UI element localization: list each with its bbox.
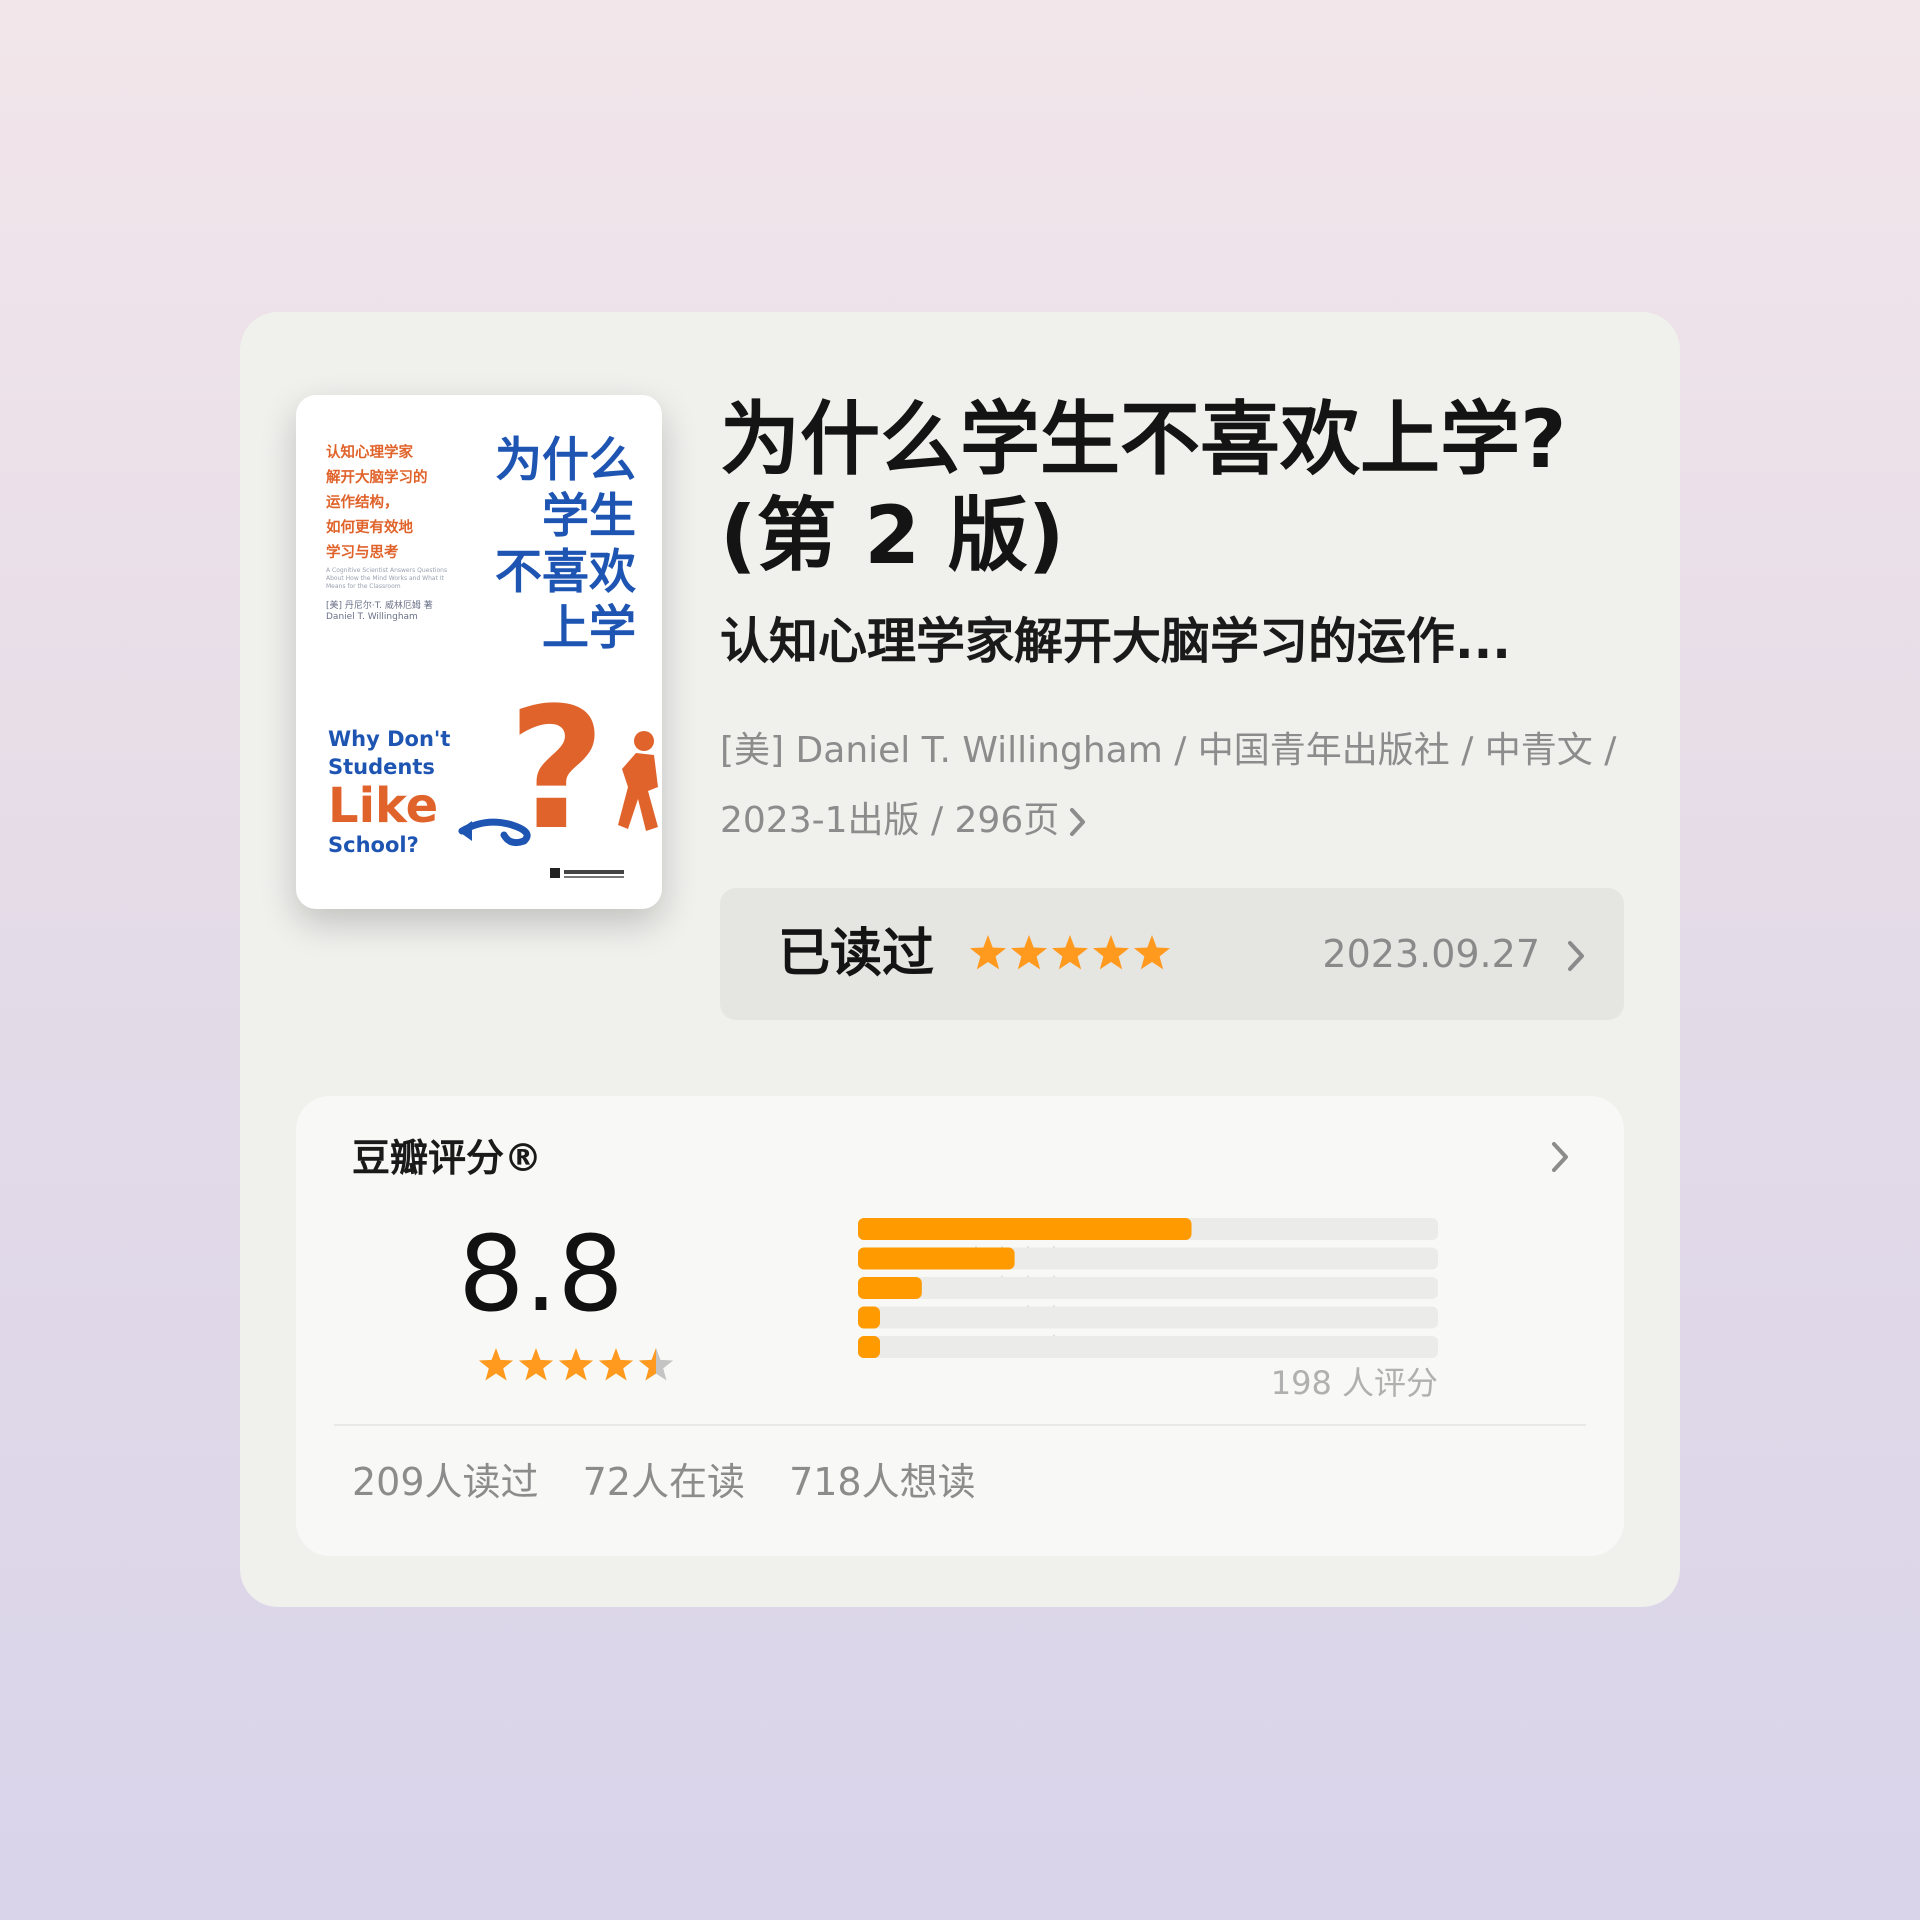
reading-count[interactable]: 72人在读 bbox=[583, 1460, 745, 1504]
rating-bar-track bbox=[858, 1277, 1438, 1299]
book-card: 认知心理学家 解开大脑学习的 运作结构， 如何更有效地 学习与思考 A Cogn… bbox=[240, 312, 1680, 1607]
rating-bar-track bbox=[858, 1336, 1438, 1358]
cover-author: [美] 丹尼尔·T. 威林厄姆 著 Daniel T. Willingham bbox=[326, 601, 433, 622]
rating-count: 198 人评分 bbox=[1270, 1364, 1438, 1402]
douban-score-panel: 豆瓣评分® 8.8 198 人评分 209人读过 72人在读 718人想读 bbox=[296, 1096, 1624, 1556]
book-subtitle: 认知心理学家解开大脑学习的运作... bbox=[720, 613, 1511, 670]
reader-stats: 209人读过 72人在读 718人想读 bbox=[352, 1454, 1008, 1510]
douban-score-stars bbox=[478, 1348, 674, 1381]
rating-bar-2-star bbox=[858, 1306, 880, 1329]
divider bbox=[334, 1424, 1586, 1426]
cover-publisher-logo-icon bbox=[550, 868, 624, 878]
read-status-row[interactable]: 已读过 2023.09.27 bbox=[720, 888, 1624, 1020]
cover-running-figure-icon bbox=[618, 731, 658, 831]
star-icon bbox=[1133, 935, 1171, 970]
cover-tagline-en: A Cognitive Scientist Answers Questions … bbox=[326, 567, 448, 590]
cover-title: 为什么 学生 不喜欢 上学 bbox=[495, 433, 636, 656]
book-title: 为什么学生不喜欢上学? (第 2 版) bbox=[720, 393, 1567, 582]
star-icon bbox=[1051, 935, 1089, 970]
star-icon bbox=[598, 1348, 634, 1381]
star-icon bbox=[969, 935, 1007, 970]
star-icon bbox=[478, 1348, 514, 1381]
cover-title-en: Why Don't Students Like School? bbox=[328, 727, 451, 857]
rating-bar-5-star bbox=[858, 1218, 1192, 1240]
want-count[interactable]: 718人想读 bbox=[789, 1460, 976, 1504]
rating-bar-4-star bbox=[858, 1247, 1015, 1270]
read-date: 2023.09.27 bbox=[1322, 932, 1540, 976]
rating-bar-1-star bbox=[858, 1336, 880, 1358]
star-icon bbox=[558, 1348, 594, 1381]
rating-distribution-chart bbox=[858, 1218, 1438, 1358]
chevron-right-icon[interactable] bbox=[1548, 1138, 1572, 1176]
star-icon bbox=[1010, 935, 1048, 970]
book-meta-link[interactable]: [美] Daniel T. Willingham / 中国青年出版社 / 中青文… bbox=[720, 716, 1620, 856]
user-rating-stars bbox=[969, 935, 1171, 970]
rating-bar-track bbox=[858, 1306, 1438, 1329]
chevron-right-icon bbox=[1568, 941, 1584, 971]
star-icon bbox=[518, 1348, 554, 1381]
chevron-right-icon bbox=[1070, 808, 1086, 836]
read-count[interactable]: 209人读过 bbox=[352, 1460, 539, 1504]
star-icon bbox=[1092, 935, 1130, 970]
douban-score-value: 8.8 bbox=[458, 1213, 624, 1335]
book-cover[interactable]: 认知心理学家 解开大脑学习的 运作结构， 如何更有效地 学习与思考 A Cogn… bbox=[296, 395, 662, 909]
read-status-label: 已读过 bbox=[778, 924, 935, 984]
book-meta-text: [美] Daniel T. Willingham / 中国青年出版社 / 中青文… bbox=[720, 730, 1617, 841]
cover-curved-arrow-icon bbox=[458, 818, 531, 846]
cover-tagline: 认知心理学家 解开大脑学习的 运作结构， 如何更有效地 学习与思考 bbox=[326, 445, 428, 561]
douban-score-title: 豆瓣评分® bbox=[352, 1136, 543, 1180]
rating-bar-3-star bbox=[858, 1277, 922, 1299]
